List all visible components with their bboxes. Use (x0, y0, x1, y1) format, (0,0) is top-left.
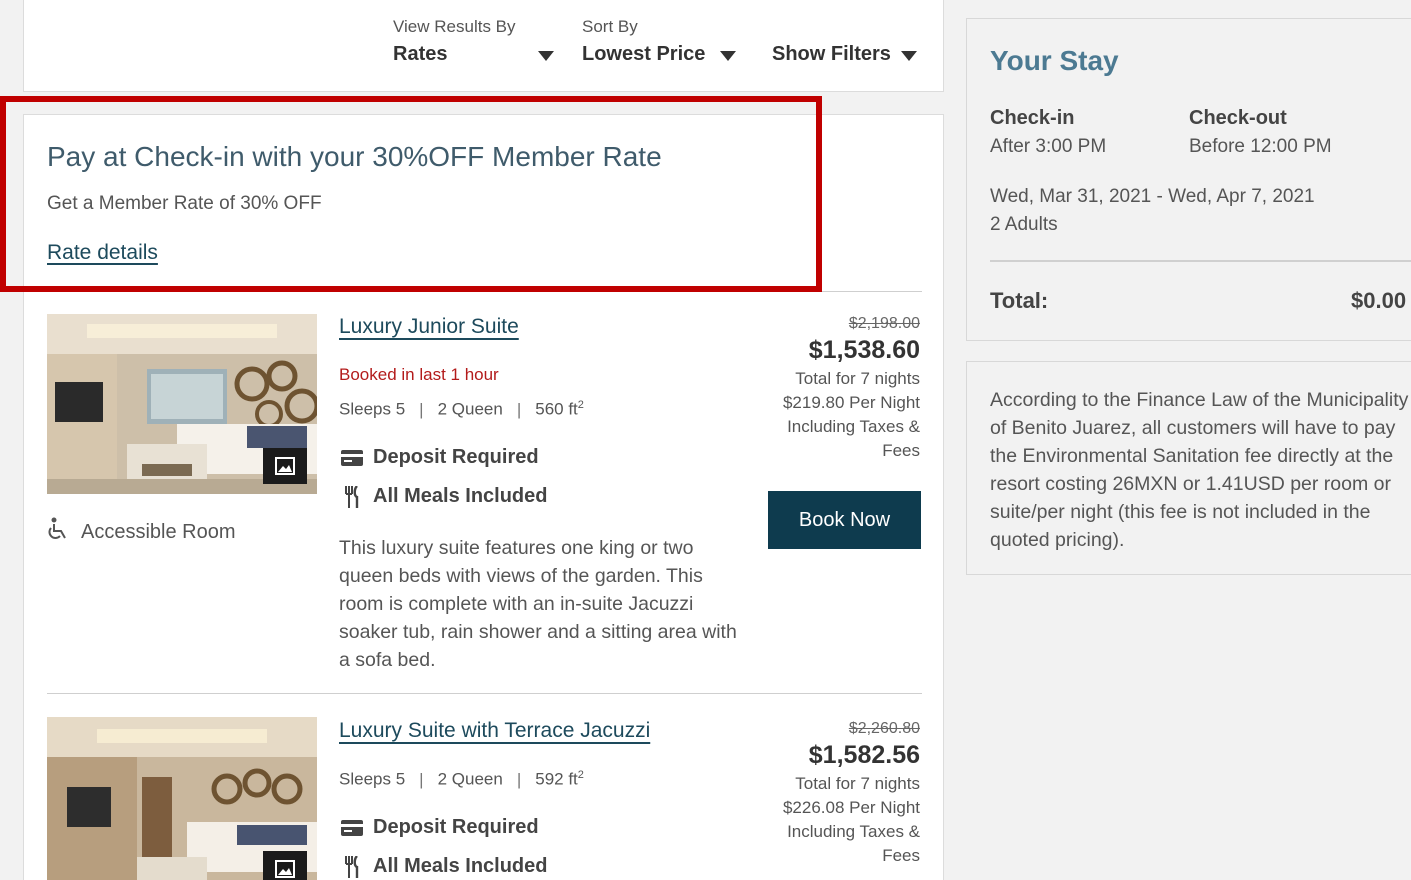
chevron-down-icon (537, 50, 554, 61)
checkin-label: Check-in (990, 107, 1075, 129)
view-results-dropdown[interactable]: View Results By Rates (393, 17, 554, 66)
taxes-note: Including Taxes & (787, 417, 920, 436)
view-results-label: View Results By (393, 17, 516, 36)
deposit-required-text: Deposit Required (373, 816, 539, 838)
divider (47, 291, 922, 292)
guest-count: 2 Adults (990, 214, 1058, 235)
deposit-required-text: Deposit Required (373, 446, 539, 468)
deposit-required-feature: Deposit Required (339, 446, 539, 469)
credit-card-icon (339, 447, 365, 469)
credit-card-icon (339, 817, 365, 839)
room-photo-luxury-junior-suite[interactable] (47, 314, 317, 494)
environmental-fee-notice: According to the Finance Law of the Muni… (966, 361, 1411, 575)
checkout-label: Check-out (1189, 107, 1287, 129)
room-photo-luxury-suite-terrace-jacuzzi[interactable] (47, 717, 317, 880)
price-block-luxury-suite-terrace-jacuzzi: $2,260.80 $1,582.56 Total for 7 nights $… (720, 720, 920, 868)
per-night-price: $219.80 Per Night (782, 393, 920, 412)
taxes-note-fees: Fees (882, 441, 920, 460)
divider (47, 693, 922, 694)
booked-recently-notice: Booked in last 1 hour (339, 365, 499, 384)
utensils-icon (339, 485, 365, 508)
total-nights-text: Total for 7 nights (795, 774, 920, 793)
gallery-icon[interactable] (263, 448, 307, 484)
room-specs: Sleeps 5 | 2 Queen | 560 ft2 (339, 399, 584, 419)
accessible-room-label: Accessible Room (47, 517, 236, 547)
promo-rate-title: Pay at Check-in with your 30%OFF Member … (47, 141, 662, 172)
per-night-price: $226.08 Per Night (782, 798, 920, 817)
rate-results-panel: Pay at Check-in with your 30%OFF Member … (23, 114, 944, 880)
checkin-time: After 3:00 PM (990, 136, 1107, 157)
room-title-luxury-junior-suite[interactable]: Luxury Junior Suite (339, 315, 519, 339)
room-description: This luxury suite features one king or t… (339, 537, 737, 671)
total-label: Total: (990, 288, 1049, 313)
sleeps-count: Sleeps 5 (339, 769, 406, 789)
original-price: $2,198.00 (848, 315, 920, 332)
room-size-unit-exponent: 2 (577, 399, 584, 411)
sort-by-value: Lowest Price (582, 43, 706, 65)
taxes-note: Including Taxes & (787, 822, 920, 841)
room-size: 560 ft (535, 399, 578, 419)
price-block-luxury-junior-suite: $2,198.00 $1,538.60 Total for 7 nights $… (720, 315, 920, 463)
chevron-down-icon (901, 50, 918, 61)
deposit-required-feature: Deposit Required (339, 816, 539, 839)
view-results-value: Rates (393, 43, 448, 65)
sort-by-dropdown[interactable]: Sort By Lowest Price (582, 17, 736, 66)
meals-included-text: All Meals Included (373, 855, 548, 877)
utensils-icon (339, 855, 365, 878)
bed-type: 2 Queen (437, 399, 503, 419)
discounted-price: $1,582.56 (808, 741, 920, 769)
show-filters-button[interactable]: Show Filters (772, 43, 918, 66)
environmental-fee-text: According to the Finance Law of the Muni… (990, 389, 1409, 551)
chevron-down-icon (719, 50, 736, 61)
your-stay-title: Your Stay (990, 45, 1119, 76)
meals-included-feature: All Meals Included (339, 855, 547, 878)
divider (990, 260, 1411, 262)
rate-details-link[interactable]: Rate details (47, 241, 158, 265)
stay-dates: Wed, Mar 31, 2021 - Wed, Apr 7, 2021 (990, 186, 1315, 207)
show-filters-label: Show Filters (772, 43, 891, 65)
room-specs: Sleeps 5 | 2 Queen | 592 ft2 (339, 769, 584, 789)
checkout-time: Before 12:00 PM (1189, 136, 1332, 157)
original-price: $2,260.80 (848, 720, 920, 737)
bed-type: 2 Queen (437, 769, 503, 789)
book-now-button[interactable]: Book Now (768, 491, 921, 549)
sort-by-label: Sort By (582, 17, 638, 36)
discounted-price: $1,538.60 (808, 336, 920, 364)
taxes-note-fees: Fees (882, 846, 920, 865)
sleeps-count: Sleeps 5 (339, 399, 406, 419)
results-filter-bar: View Results By Rates Sort By Lowest Pri… (23, 0, 944, 92)
meals-included-feature: All Meals Included (339, 485, 547, 508)
accessible-room-text: Accessible Room (81, 520, 236, 543)
accessibility-icon (47, 517, 69, 547)
room-title-luxury-suite-terrace-jacuzzi[interactable]: Luxury Suite with Terrace Jacuzzi (339, 719, 650, 743)
promo-rate-subtitle: Get a Member Rate of 30% OFF (47, 193, 322, 214)
gallery-icon[interactable] (263, 851, 307, 880)
room-size: 592 ft (535, 769, 578, 789)
total-nights-text: Total for 7 nights (795, 369, 920, 388)
room-size-unit-exponent: 2 (577, 769, 584, 781)
meals-included-text: All Meals Included (373, 485, 548, 507)
your-stay-panel: Your Stay Check-in After 3:00 PM Check-o… (966, 18, 1411, 341)
total-amount: $0.00 (1351, 288, 1407, 313)
